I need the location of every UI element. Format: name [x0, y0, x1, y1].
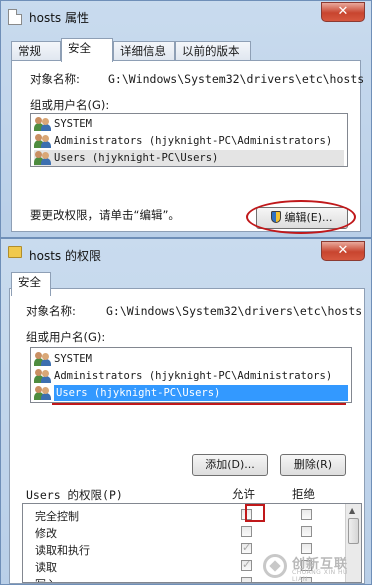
allow-checkbox[interactable] — [241, 526, 252, 537]
tab-general[interactable]: 常规 — [11, 41, 61, 61]
deny-checkbox[interactable] — [301, 509, 312, 520]
groups-listbox[interactable]: SYSTEM Administrators (hjyknight-PC\Admi… — [30, 113, 348, 167]
allow-header: 允许 — [232, 487, 255, 501]
edit-hint: 要更改权限，请单击“编辑”。 — [30, 208, 180, 222]
tab-details[interactable]: 详细信息 — [113, 41, 175, 61]
object-name-value: G:\Windows\System32\drivers\etc\hosts — [106, 304, 363, 318]
groups-label: 组或用户名(G): — [30, 98, 110, 112]
properties-title: hosts 属性 — [29, 11, 89, 25]
permissions-titlebar[interactable]: hosts 的权限 ✕ — [1, 239, 371, 271]
allow-checkbox[interactable] — [241, 577, 252, 582]
tab-previous-versions[interactable]: 以前的版本 — [175, 41, 251, 61]
users-icon — [34, 134, 52, 148]
deny-header: 拒绝 — [292, 487, 315, 501]
tab-security[interactable]: 安全 — [61, 38, 113, 62]
properties-window: hosts 属性 ✕ 常规 安全 详细信息 以前的版本 对象名称: G:\Win… — [0, 0, 372, 238]
folder-icon — [8, 246, 22, 258]
remove-button[interactable]: 删除(R) — [280, 454, 346, 476]
scroll-up-icon[interactable]: ▲ — [349, 506, 355, 515]
security-panel: 对象名称: G:\Windows\System32\drivers\etc\ho… — [11, 60, 365, 234]
list-item-selected[interactable]: Users (hjyknight-PC\Users) — [34, 385, 348, 401]
scroll-thumb[interactable] — [348, 518, 359, 544]
object-name-label: 对象名称: — [26, 304, 76, 318]
properties-close-button[interactable]: ✕ — [321, 2, 365, 22]
list-item[interactable]: Administrators (hjyknight-PC\Administrat… — [34, 133, 332, 149]
deny-checkbox[interactable] — [301, 526, 312, 537]
list-item[interactable]: Users (hjyknight-PC\Users) — [34, 150, 344, 166]
annotation-underline — [52, 403, 346, 405]
permissions-header: Users 的权限(P) — [26, 488, 123, 502]
tab-security[interactable]: 安全 — [11, 272, 51, 296]
annotation-box — [245, 504, 265, 522]
groups-listbox[interactable]: SYSTEM Administrators (hjyknight-PC\Admi… — [30, 347, 352, 403]
annotation-ellipse — [246, 200, 356, 234]
users-icon — [34, 151, 52, 165]
object-name-label: 对象名称: — [30, 72, 80, 86]
permissions-window: hosts 的权限 ✕ 安全 对象名称: G:\Windows\System32… — [0, 238, 372, 585]
groups-label: 组或用户名(G): — [26, 330, 106, 344]
permission-row: 修改 — [23, 523, 343, 540]
users-icon — [34, 369, 52, 383]
permission-row: 完全控制 — [23, 506, 343, 523]
watermark-logo-icon — [263, 554, 287, 578]
list-item[interactable]: SYSTEM — [34, 351, 92, 367]
allow-checkbox[interactable] — [241, 558, 252, 571]
users-icon — [34, 386, 52, 400]
file-icon — [8, 9, 22, 25]
permissions-panel: 对象名称: G:\Windows\System32\drivers\etc\ho… — [9, 288, 365, 584]
users-icon — [34, 117, 52, 131]
watermark: 创新互联 CHUANG XIN HU LIAN — [263, 552, 363, 583]
allow-checkbox[interactable] — [241, 541, 252, 554]
permissions-title: hosts 的权限 — [29, 249, 101, 263]
users-icon — [34, 352, 52, 366]
object-name-value: G:\Windows\System32\drivers\etc\hosts — [108, 72, 365, 86]
add-button[interactable]: 添加(D)... — [192, 454, 268, 476]
watermark-subtitle: CHUANG XIN HU LIAN — [292, 569, 348, 583]
permissions-close-button[interactable]: ✕ — [321, 241, 365, 261]
properties-titlebar[interactable]: hosts 属性 ✕ — [1, 1, 371, 33]
list-item[interactable]: Administrators (hjyknight-PC\Administrat… — [34, 368, 332, 384]
list-item[interactable]: SYSTEM — [34, 116, 92, 132]
